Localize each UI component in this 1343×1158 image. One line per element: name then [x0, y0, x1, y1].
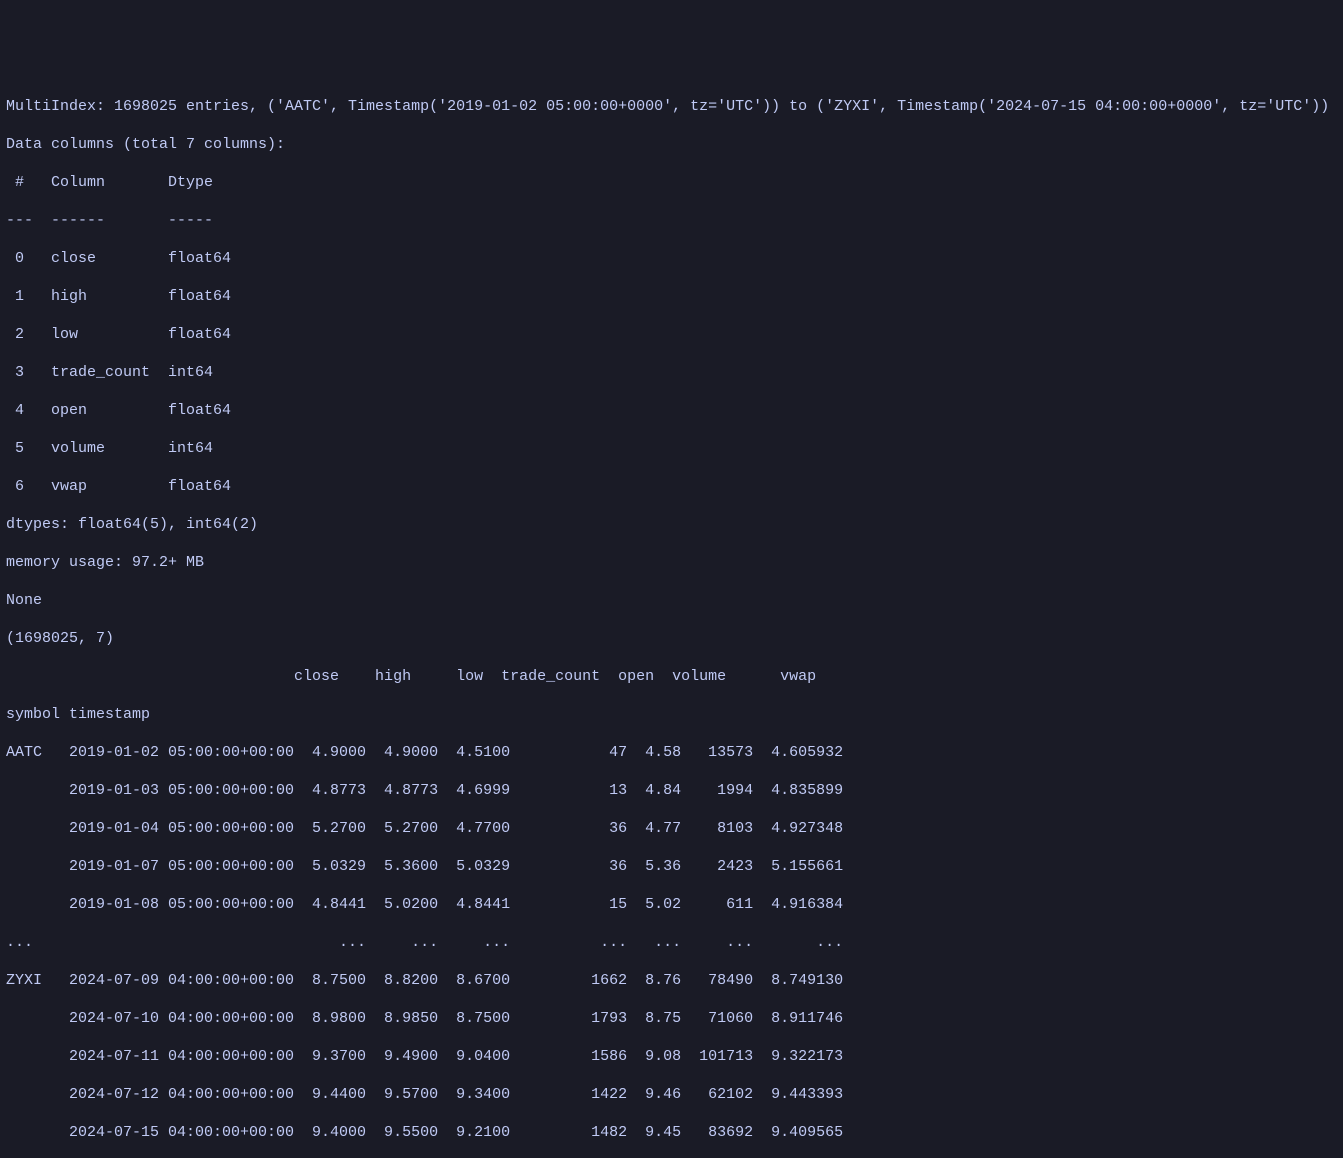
- df-row: 2024-07-15 04:00:00+00:00 9.4000 9.5500 …: [6, 1123, 1337, 1142]
- info-column-row: 2 low float64: [6, 325, 1337, 344]
- info-column-row: 0 close float64: [6, 249, 1337, 268]
- df-row: 2024-07-11 04:00:00+00:00 9.3700 9.4900 …: [6, 1047, 1337, 1066]
- df-index-names: symbol timestamp: [6, 705, 1337, 724]
- info-shape: (1698025, 7): [6, 629, 1337, 648]
- info-column-sep: --- ------ -----: [6, 211, 1337, 230]
- df-row: ZYXI 2024-07-09 04:00:00+00:00 8.7500 8.…: [6, 971, 1337, 990]
- df-row: AATC 2019-01-02 05:00:00+00:00 4.9000 4.…: [6, 743, 1337, 762]
- info-column-header: # Column Dtype: [6, 173, 1337, 192]
- info-column-row: 3 trade_count int64: [6, 363, 1337, 382]
- info-column-row: 1 high float64: [6, 287, 1337, 306]
- info-dtypes: dtypes: float64(5), int64(2): [6, 515, 1337, 534]
- info-memory: memory usage: 97.2+ MB: [6, 553, 1337, 572]
- info-none: None: [6, 591, 1337, 610]
- info-column-row: 6 vwap float64: [6, 477, 1337, 496]
- df-header: close high low trade_count open volume v…: [6, 667, 1337, 686]
- info-column-row: 5 volume int64: [6, 439, 1337, 458]
- info-column-row: 4 open float64: [6, 401, 1337, 420]
- df-row-ellipsis: ... ... ... ... ... ... ... ...: [6, 933, 1337, 952]
- df-row: 2019-01-04 05:00:00+00:00 5.2700 5.2700 …: [6, 819, 1337, 838]
- df-row: 2024-07-10 04:00:00+00:00 8.9800 8.9850 …: [6, 1009, 1337, 1028]
- df-row: 2019-01-03 05:00:00+00:00 4.8773 4.8773 …: [6, 781, 1337, 800]
- info-data-columns-header: Data columns (total 7 columns):: [6, 135, 1337, 154]
- info-multiindex: MultiIndex: 1698025 entries, ('AATC', Ti…: [6, 97, 1337, 116]
- df-row: 2019-01-07 05:00:00+00:00 5.0329 5.3600 …: [6, 857, 1337, 876]
- df-row: 2019-01-08 05:00:00+00:00 4.8441 5.0200 …: [6, 895, 1337, 914]
- terminal-output: MultiIndex: 1698025 entries, ('AATC', Ti…: [6, 78, 1337, 1158]
- df-row: 2024-07-12 04:00:00+00:00 9.4400 9.5700 …: [6, 1085, 1337, 1104]
